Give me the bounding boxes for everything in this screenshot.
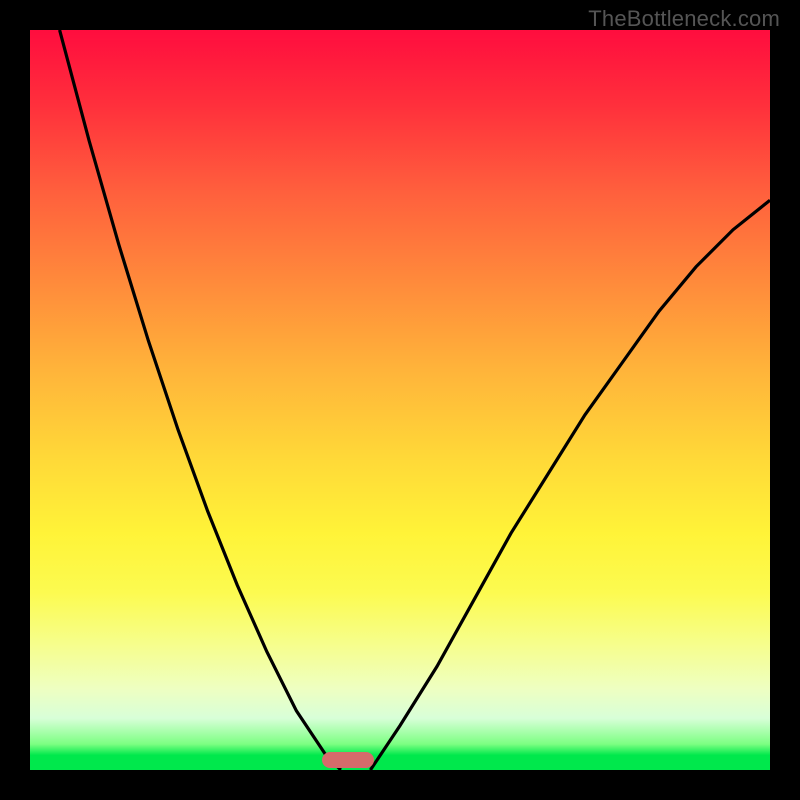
curves-svg xyxy=(30,30,770,770)
plot-area xyxy=(30,30,770,770)
right-curve xyxy=(370,200,770,770)
left-curve xyxy=(60,30,341,770)
watermark: TheBottleneck.com xyxy=(588,6,780,32)
bottleneck-marker xyxy=(322,752,374,768)
